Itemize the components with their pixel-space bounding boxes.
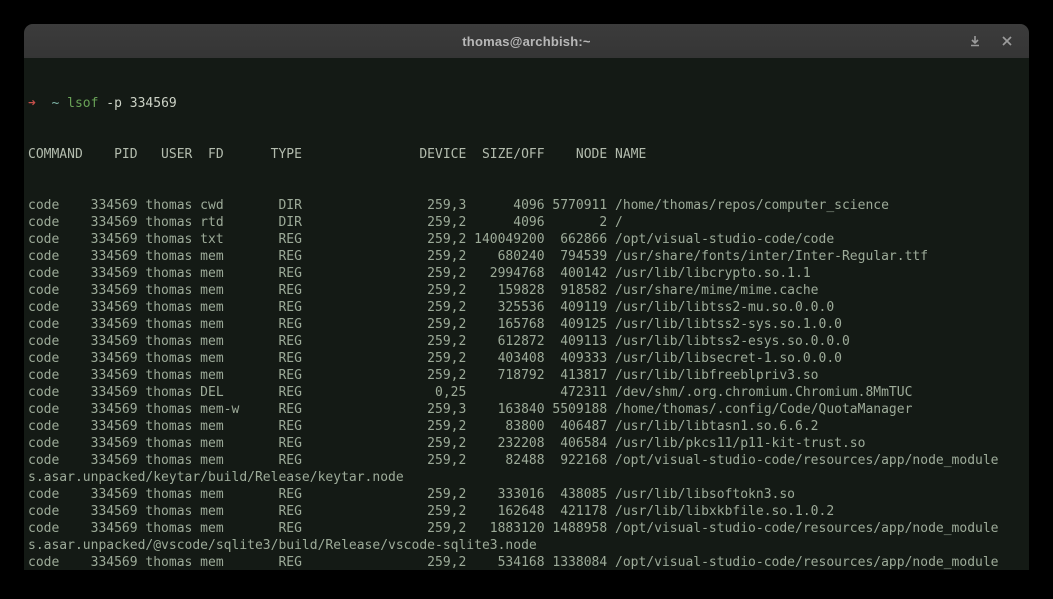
- lsof-header: COMMAND PID USER FD TYPE DEVICE SIZE/OFF…: [28, 146, 1029, 163]
- prompt-args: -p 334569: [106, 96, 176, 111]
- window-title: thomas@archbish:~: [462, 34, 590, 49]
- prompt-line: ➜ ~ lsof -p 334569: [28, 95, 1029, 112]
- lsof-output: code 334569 thomas cwd DIR 259,3 4096 57…: [28, 197, 1029, 570]
- prompt-arrow: ➜: [28, 96, 36, 111]
- close-icon[interactable]: [999, 33, 1015, 49]
- download-icon[interactable]: [967, 33, 983, 49]
- titlebar-buttons: [967, 24, 1015, 58]
- prompt-command: lsof: [67, 96, 98, 111]
- titlebar[interactable]: thomas@archbish:~: [24, 24, 1029, 58]
- terminal-content[interactable]: ➜ ~ lsof -p 334569 COMMAND PID USER FD T…: [24, 58, 1029, 570]
- terminal-window: thomas@archbish:~: [24, 24, 1029, 570]
